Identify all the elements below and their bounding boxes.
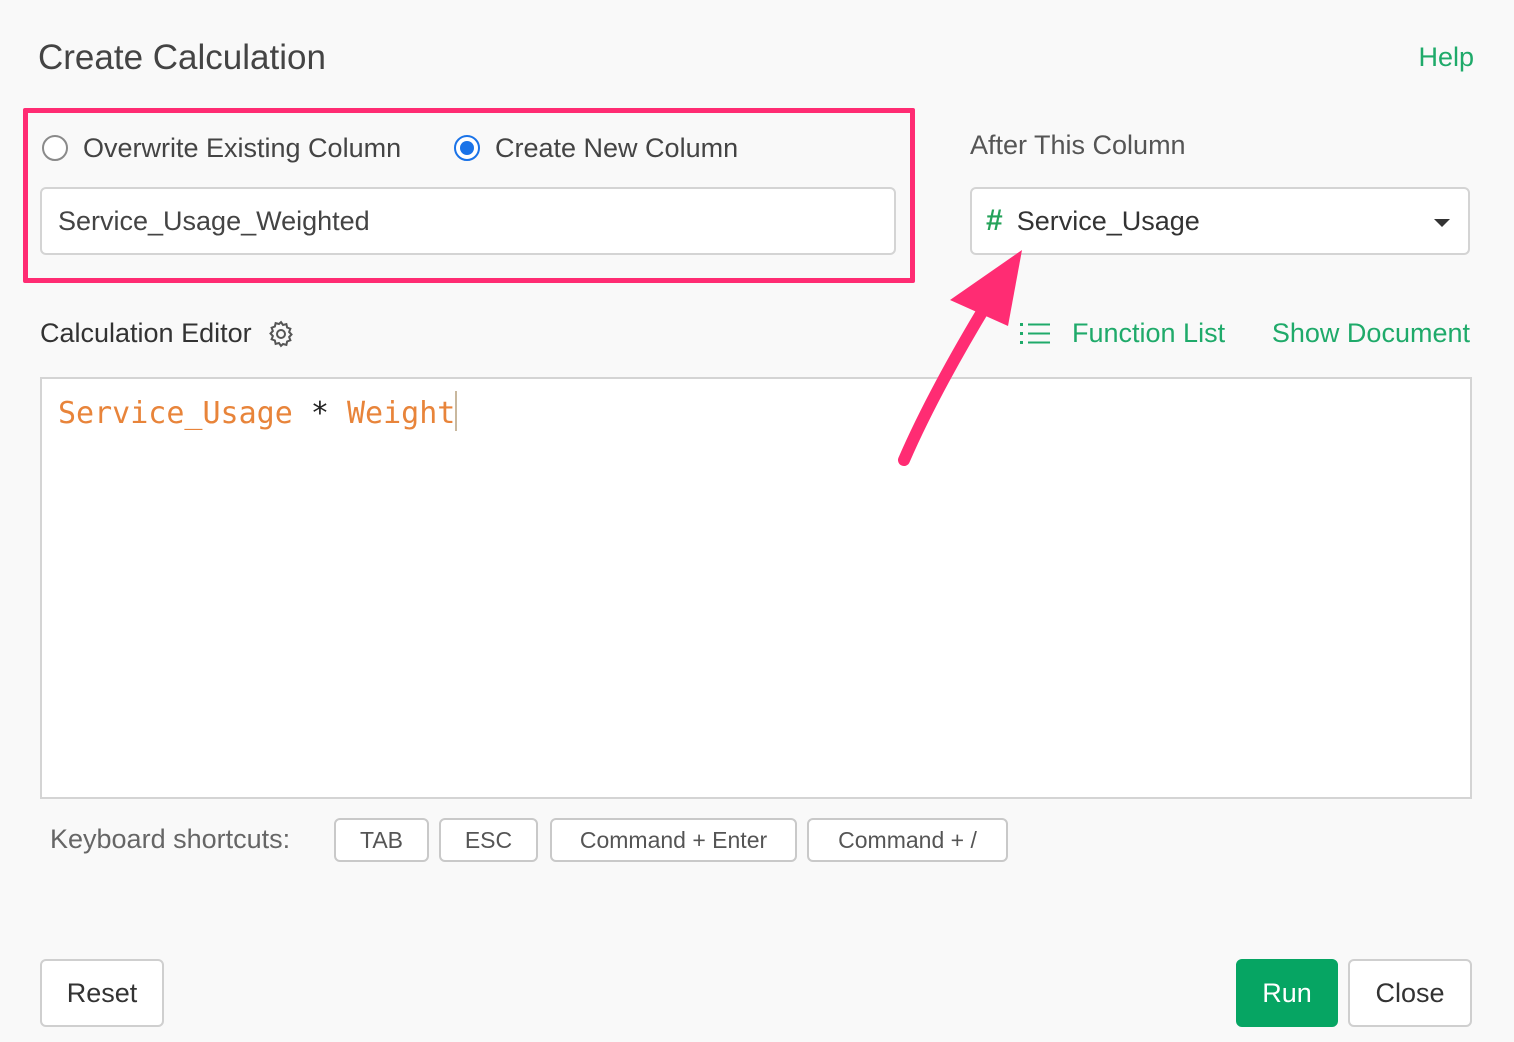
- after-column-select-value: Service_Usage: [1016, 205, 1200, 236]
- new-column-name-input[interactable]: [40, 187, 896, 255]
- after-this-column-label: After This Column: [970, 130, 1186, 160]
- shortcut-key-command-enter: Command + Enter: [550, 818, 797, 862]
- radio-checked-icon: [454, 135, 480, 161]
- annotation-arrow-icon: [898, 250, 1022, 466]
- overwrite-existing-column-label: Overwrite Existing Column: [83, 132, 402, 163]
- function-list-label: Function List: [1072, 318, 1226, 348]
- after-column-select[interactable]: # Service_Usage: [970, 187, 1470, 255]
- number-hash-icon: #: [986, 204, 1003, 237]
- shortcut-key-command-slash: Command + /: [807, 818, 1008, 862]
- overwrite-existing-column-radio[interactable]: Overwrite Existing Column: [42, 133, 401, 164]
- chevron-down-icon: [1434, 219, 1450, 227]
- target-radio-group-2: Create New Column: [454, 130, 738, 166]
- column-token: Weight: [347, 396, 456, 431]
- create-new-column-radio[interactable]: Create New Column: [454, 133, 738, 164]
- operator-token: *: [292, 396, 347, 431]
- text-cursor: [455, 391, 458, 431]
- shortcut-key-tab: TAB: [334, 818, 429, 862]
- keyboard-shortcuts-label: Keyboard shortcuts:: [50, 824, 291, 854]
- expression-code: Service_Usage * Weight: [58, 391, 458, 431]
- close-button[interactable]: Close: [1348, 959, 1472, 1027]
- create-new-column-label: Create New Column: [495, 132, 739, 163]
- function-list-button[interactable]: Function List: [1020, 318, 1225, 349]
- target-radio-group: Overwrite Existing Column: [42, 130, 401, 166]
- dialog-title: Create Calculation: [38, 38, 326, 77]
- calculation-editor-header: Calculation Editor: [40, 318, 296, 349]
- column-token: Service_Usage: [58, 396, 293, 431]
- gear-icon[interactable]: [266, 319, 296, 349]
- shortcut-key-esc: ESC: [439, 818, 538, 862]
- help-link[interactable]: Help: [1418, 42, 1474, 73]
- radio-unchecked-icon: [42, 135, 68, 161]
- show-document-link[interactable]: Show Document: [1272, 318, 1470, 349]
- calculation-editor-label: Calculation Editor: [40, 318, 252, 348]
- reset-button[interactable]: Reset: [40, 959, 164, 1027]
- calculation-editor[interactable]: Service_Usage * Weight: [40, 377, 1472, 799]
- run-button[interactable]: Run: [1236, 959, 1338, 1027]
